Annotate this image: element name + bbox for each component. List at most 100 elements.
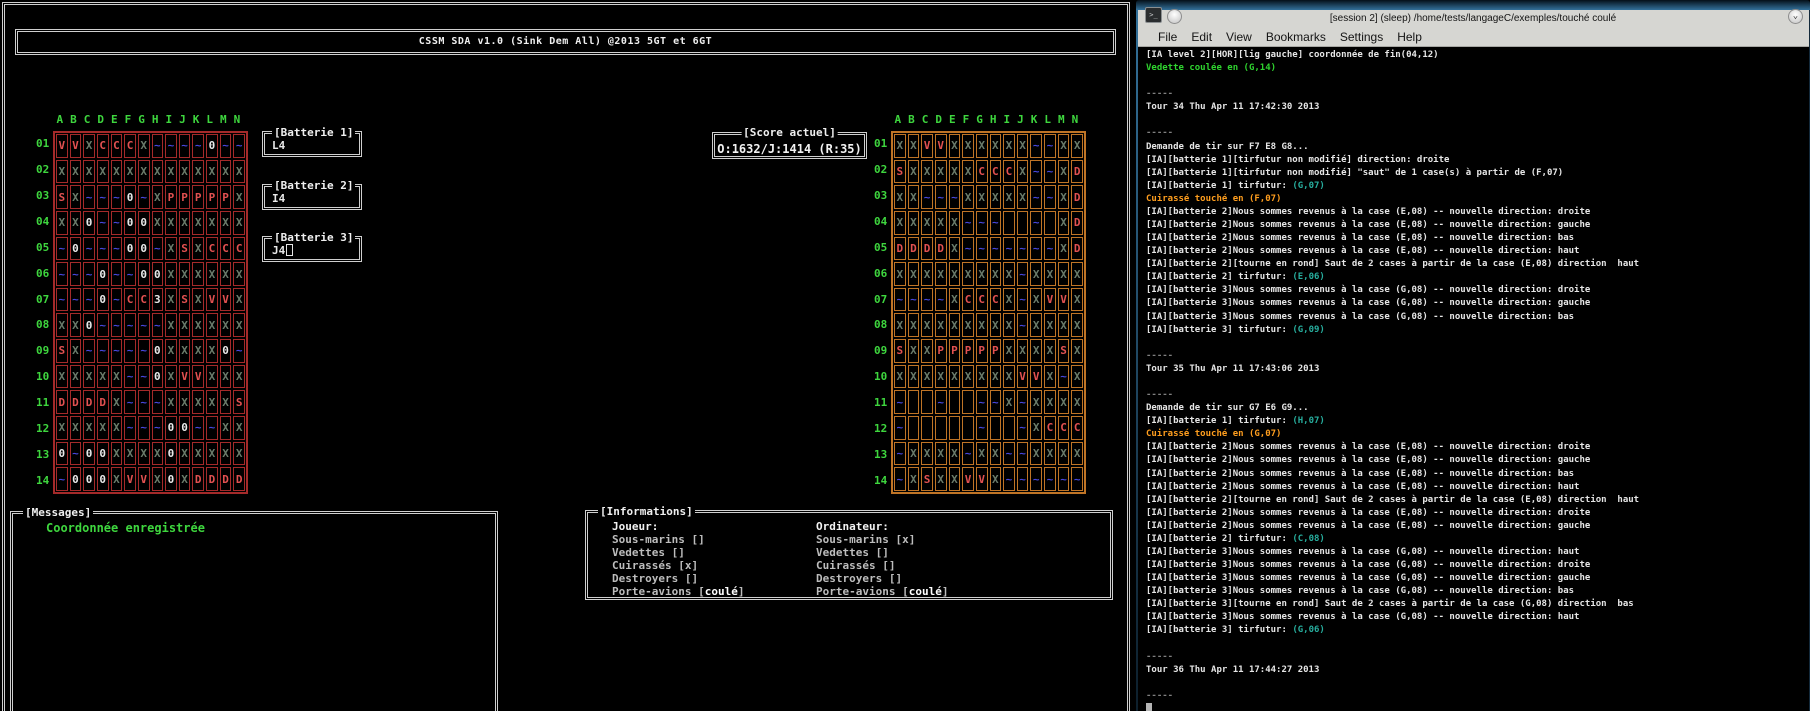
grid-cell: ~ <box>1017 442 1029 466</box>
grid-cell: X <box>935 262 947 286</box>
grid-cell: X <box>1071 442 1083 466</box>
grid-cell: ~ <box>124 339 136 363</box>
column-header: D <box>94 109 108 131</box>
grid-cell: ~ <box>935 390 947 414</box>
menu-view[interactable]: View <box>1226 30 1252 44</box>
grid-cell: X <box>949 313 961 337</box>
grid-cell: S <box>1058 339 1070 363</box>
grid-cell: ~ <box>97 237 109 261</box>
terminal-line: Cuirassé touché en (F,07) <box>1146 193 1809 206</box>
grid-cell: X <box>233 288 245 312</box>
grid-cell: X <box>192 339 204 363</box>
grid-cell: 0 <box>165 467 177 491</box>
grid-cell: V <box>138 467 150 491</box>
grid-cell: X <box>921 262 933 286</box>
row-label: 03 <box>874 183 891 209</box>
terminal-icon[interactable]: >_ <box>1145 7 1162 23</box>
grid-cell: ~ <box>1017 262 1029 286</box>
menu-file[interactable]: File <box>1158 30 1177 44</box>
row-label: 12 <box>36 416 53 442</box>
grid-cell: X <box>165 339 177 363</box>
grid-cell: X <box>1058 442 1070 466</box>
row-label: 08 <box>36 312 53 338</box>
grid-cell: X <box>233 262 245 286</box>
grid-cell: C <box>1071 416 1083 440</box>
grid-cell: P <box>949 339 961 363</box>
game-title: CSSM SDA v1.0 (Sink Dem All) @2013 5GT e… <box>419 36 712 47</box>
grid-cell: X <box>894 262 906 286</box>
grid-cell: X <box>179 211 191 235</box>
ship-status: Destroyers [] <box>816 572 1020 585</box>
grid-cell: ~ <box>138 365 150 389</box>
grid-cell: ~ <box>976 390 988 414</box>
grid-cell: X <box>921 442 933 466</box>
opponent-grid: ABCDEFGHIJKLMN01020304050607080910111213… <box>874 109 1088 494</box>
terminal-output[interactable]: [IA level 2][HOR][lig gauche] coordonnée… <box>1138 47 1809 711</box>
grid-cell: X <box>976 134 988 158</box>
terminal-line: [IA][batterie 2]Nous sommes revenus à la… <box>1146 481 1809 494</box>
titlebar-gradient[interactable] <box>1136 0 1810 10</box>
menu-edit[interactable]: Edit <box>1191 30 1212 44</box>
grid-cell: X <box>1071 134 1083 158</box>
grid-cell: X <box>990 185 1002 209</box>
column-header: L <box>1041 109 1055 131</box>
game-title-box: CSSM SDA v1.0 (Sink Dem All) @2013 5GT e… <box>15 29 1116 55</box>
grid-cell: X <box>1003 134 1015 158</box>
terminal-line: [IA][batterie 2]Nous sommes revenus à la… <box>1146 441 1809 454</box>
grid-cell: ~ <box>70 262 82 286</box>
menu-help[interactable]: Help <box>1397 30 1422 44</box>
grid-cell: P <box>990 339 1002 363</box>
grid-cell: ~ <box>962 237 974 261</box>
grid-cell: D <box>70 390 82 414</box>
batterie-3-box[interactable]: [Batterie 3] J4 <box>262 236 362 262</box>
terminal-line: ----- <box>1146 127 1809 140</box>
grid-cell: X <box>1071 390 1083 414</box>
informations-box: [Informations] Joueur:Sous-marins []Vede… <box>585 510 1113 600</box>
grid-cell: ~ <box>124 390 136 414</box>
terminal-line: [IA][batterie 3][tourne en rond] Saut de… <box>1146 598 1809 611</box>
grid-cell: X <box>97 416 109 440</box>
grid-cell: X <box>1044 442 1056 466</box>
grid-cell: X <box>179 339 191 363</box>
grid-cell: ~ <box>976 211 988 235</box>
grid-cell: ~ <box>1044 134 1056 158</box>
menu-bookmarks[interactable]: Bookmarks <box>1266 30 1326 44</box>
grid-cell: P <box>976 339 988 363</box>
grid-cell: V <box>1030 365 1042 389</box>
grid-cell: 0 <box>138 262 150 286</box>
grid-cell: X <box>165 160 177 184</box>
row-label: 02 <box>36 157 53 183</box>
grid-cell: ~ <box>1030 211 1042 235</box>
grid-cell: X <box>233 211 245 235</box>
grid-cell <box>1044 211 1056 235</box>
ship-status: Vedettes [] <box>612 546 816 559</box>
grid-cell: ~ <box>962 442 974 466</box>
terminal-line: Tour 36 Thu Apr 11 17:44:27 2013 <box>1146 664 1809 677</box>
grid-cell: C <box>962 288 974 312</box>
grid-cell: X <box>192 442 204 466</box>
column-header: H <box>986 109 1000 131</box>
chevron-down-icon[interactable]: ⌄ <box>1788 9 1803 24</box>
column-header: C <box>918 109 932 131</box>
grid-cell: X <box>990 313 1002 337</box>
grid-cell: D <box>1071 211 1083 235</box>
grid-cell: X <box>962 313 974 337</box>
grid-cell: C <box>138 288 150 312</box>
grid-cell: V <box>1044 288 1056 312</box>
grid-cell: ~ <box>138 416 150 440</box>
grid-cell: X <box>1058 160 1070 184</box>
window-title[interactable]: [session 2] (sleep) /home/tests/langageC… <box>1136 10 1810 28</box>
grid-cell: X <box>935 365 947 389</box>
grid-cell: 0 <box>152 339 164 363</box>
window-menu-button[interactable] <box>1167 9 1182 24</box>
batterie-3-input[interactable]: J4 <box>272 244 293 257</box>
grid-cell: ~ <box>138 185 150 209</box>
grid-cell: ~ <box>1030 467 1042 491</box>
grid-cell: X <box>1017 185 1029 209</box>
terminal-line: [IA][batterie 3]Nous sommes revenus à la… <box>1146 572 1809 585</box>
grid-cell: X <box>56 416 68 440</box>
grid-cell: X <box>976 442 988 466</box>
menu-settings[interactable]: Settings <box>1340 30 1383 44</box>
grid-cell: X <box>1044 262 1056 286</box>
grid-cell: C <box>1058 416 1070 440</box>
